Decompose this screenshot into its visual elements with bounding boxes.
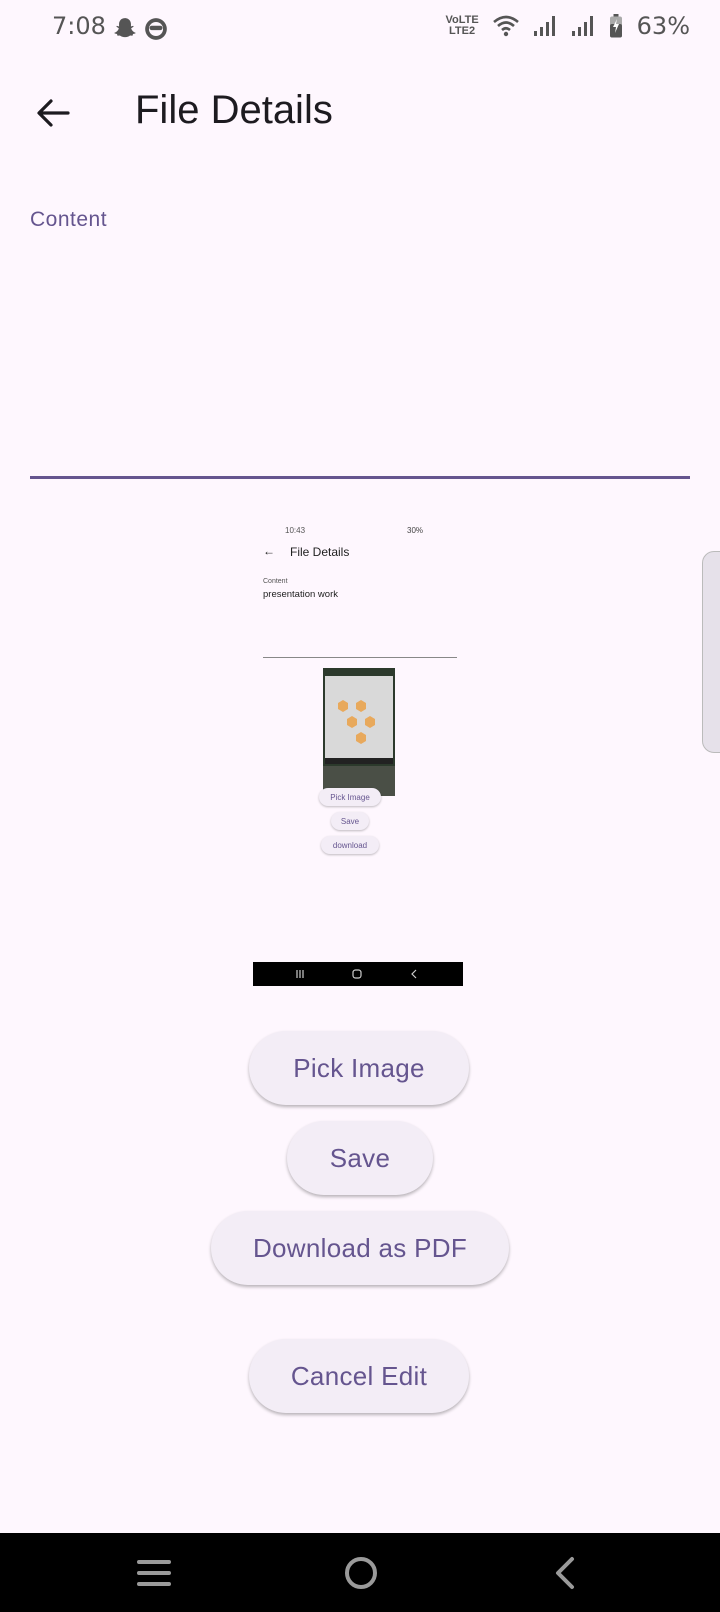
preview-nav-bar: [253, 962, 463, 986]
back-button[interactable]: [30, 90, 76, 136]
nav-back-icon[interactable]: [552, 1555, 578, 1591]
page-title: File Details: [135, 88, 333, 132]
recents-icon[interactable]: [136, 1557, 172, 1589]
signal-1-icon: [533, 16, 555, 36]
save-button[interactable]: Save: [287, 1121, 433, 1195]
preview-content-label: Content: [263, 578, 288, 585]
preview-save-button: Save: [331, 812, 369, 830]
home-icon[interactable]: [343, 1555, 379, 1591]
wifi-icon: [492, 15, 519, 37]
content-label: Content: [30, 208, 108, 231]
signal-2-icon: [571, 16, 593, 36]
content-underline: [30, 476, 690, 479]
volte-indicator: VoLTE LTE2: [445, 14, 479, 37]
selected-image-preview: 10:43 30% ← File Details Content present…: [253, 520, 467, 986]
preview-download-button: download: [321, 836, 379, 854]
content-input[interactable]: [30, 240, 694, 474]
cancel-edit-button[interactable]: Cancel Edit: [249, 1339, 469, 1413]
arrow-back-icon: [37, 99, 70, 127]
preview-photo: [323, 668, 395, 796]
download-pdf-button[interactable]: Download as PDF: [211, 1211, 509, 1285]
status-right-group: VoLTE LTE2 63%: [445, 12, 690, 40]
preview-content-value: presentation work: [263, 589, 338, 600]
content-field[interactable]: Content: [30, 200, 694, 480]
status-time: 7:08: [52, 12, 106, 40]
preview-title: File Details: [290, 545, 350, 559]
preview-back-icon: ←: [263, 544, 275, 558]
preview-underline: [263, 657, 457, 658]
battery-charging-icon: [609, 14, 622, 38]
app-notification-icon: [145, 18, 167, 40]
battery-percent: 63%: [636, 12, 690, 40]
preview-status-right: 30%: [407, 526, 424, 535]
preview-pick-image-button: Pick Image: [319, 788, 381, 806]
scroll-handle[interactable]: [702, 551, 720, 753]
system-nav-bar: [0, 1533, 720, 1612]
preview-status-time: 10:43: [285, 526, 306, 535]
pick-image-button[interactable]: Pick Image: [249, 1031, 469, 1105]
snapchat-icon: [114, 18, 136, 38]
